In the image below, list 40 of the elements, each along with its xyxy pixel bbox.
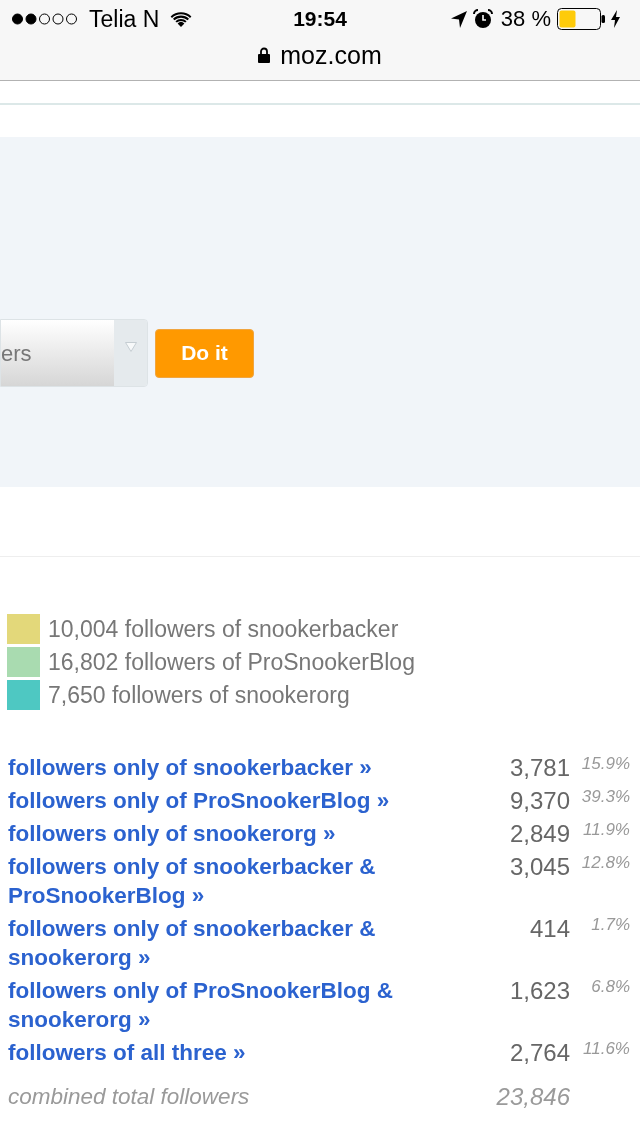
legend-label: 16,802 followers of ProSnookerBlog xyxy=(48,648,415,677)
follower-count: 3,045 xyxy=(509,852,570,881)
segment-link[interactable]: followers only of snookerbacker & snookerorg » xyxy=(8,914,428,972)
follower-count: 1,623 xyxy=(509,976,570,1005)
location-arrow-icon xyxy=(450,10,467,28)
charging-bolt-icon xyxy=(611,10,620,28)
share-percent: 11.9% xyxy=(583,819,630,841)
follower-count: 9,370 xyxy=(509,786,570,815)
total-label: combined total followers xyxy=(8,1083,251,1111)
follower-count: 2,764 xyxy=(509,1038,570,1067)
follower-count: 2,849 xyxy=(509,819,570,848)
select-value: ers xyxy=(1,320,114,386)
share-percent: 39.3% xyxy=(581,786,630,808)
lock-icon xyxy=(258,47,271,63)
share-percent: 15.9% xyxy=(581,753,630,775)
segment-link[interactable]: followers of all three » xyxy=(8,1038,428,1067)
share-percent: 6.8% xyxy=(591,976,630,998)
battery-icon xyxy=(557,8,605,30)
follower-count: 3,781 xyxy=(509,753,570,782)
clock-time: 19:54 xyxy=(293,6,347,32)
total-count: 23,846 xyxy=(496,1082,570,1111)
legend-label: 10,004 followers of snookerbacker xyxy=(48,615,399,644)
segment-link[interactable]: followers only of snookerorg » xyxy=(8,819,428,848)
alarm-clock-icon xyxy=(472,9,493,29)
segment-link[interactable]: followers only of ProSnookerBlog & snookerorg » xyxy=(8,976,428,1034)
legend-label: 7,650 followers of snookerorg xyxy=(48,681,350,710)
share-percent: 1.7% xyxy=(591,914,630,936)
url-text[interactable]: moz.com xyxy=(280,41,382,69)
share-percent: 11.6% xyxy=(583,1038,630,1060)
caret-icon xyxy=(124,342,137,352)
carrier-name: Telia N xyxy=(89,6,160,32)
wifi-icon xyxy=(170,11,193,27)
segment-link[interactable]: followers only of snookerbacker » xyxy=(8,753,428,782)
follower-count: 414 xyxy=(529,914,570,943)
segment-link[interactable]: followers only of ProSnookerBlog » xyxy=(8,786,428,815)
select-field[interactable]: ers xyxy=(0,319,148,387)
signal-strength-icon xyxy=(12,13,78,25)
battery-percentage: 38 % xyxy=(500,6,551,32)
share-percent: 12.8% xyxy=(581,852,630,874)
segment-link[interactable]: followers only of snookerbacker & ProSnookerBlog » xyxy=(8,852,428,910)
